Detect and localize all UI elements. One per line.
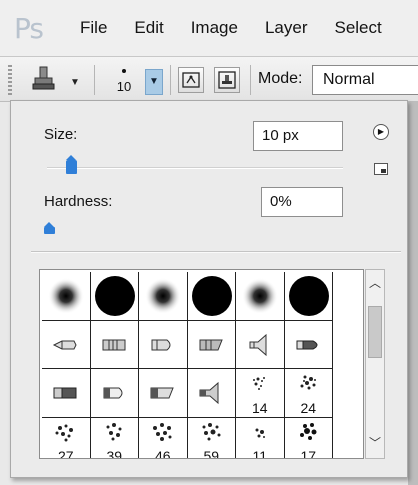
scrollbar-thumb[interactable] (368, 306, 382, 358)
new-preset-icon[interactable] (374, 163, 388, 175)
options-bar-grip[interactable] (8, 65, 12, 95)
brush-preset-tip[interactable] (139, 369, 188, 418)
brush-preset-soft-round[interactable] (42, 272, 91, 321)
separator (250, 65, 251, 95)
brush-preset-hard-round[interactable] (284, 272, 333, 321)
brush-preset-tip[interactable] (284, 320, 333, 369)
brush-preset-tip[interactable] (42, 369, 91, 418)
size-field[interactable]: 10 px (253, 121, 343, 151)
hardness-field[interactable]: 0% (261, 187, 343, 217)
scroll-up-icon[interactable]: ︿ (366, 274, 384, 294)
brush-preset-size: 46 (154, 448, 171, 459)
brush-preset-tip[interactable] (187, 369, 236, 418)
brush-preview[interactable]: 10 (108, 63, 140, 99)
brush-tip-icon (122, 69, 126, 73)
brush-preset-size: 59 (203, 448, 220, 459)
brush-preset-tip[interactable] (139, 320, 188, 369)
brush-panel-icon (182, 72, 200, 88)
size-slider-thumb[interactable] (66, 155, 78, 174)
brush-preset-soft-round[interactable] (236, 272, 285, 321)
brush-size-number: 10 (116, 79, 132, 94)
brush-presets-grid: 14 24 27 39 46 59 11 17 (39, 269, 364, 459)
separator (170, 65, 171, 95)
brush-preset-size: 17 (300, 448, 317, 459)
brush-preset-size: 27 (57, 448, 74, 459)
brush-preset-size: 24 (300, 399, 317, 416)
panel-menu-icon[interactable]: ▶ (373, 124, 389, 140)
menu-layer[interactable]: Layer (265, 18, 308, 38)
brush-preset-scatter[interactable]: 17 (284, 417, 333, 459)
menu-edit[interactable]: Edit (134, 18, 163, 38)
options-bar: ▼ 10 ▼ Mode: Normal (0, 56, 418, 102)
brush-preset-hard-round[interactable] (90, 272, 139, 321)
brush-preset-soft-round[interactable] (139, 272, 188, 321)
tool-preset-caret-icon[interactable]: ▼ (70, 77, 80, 88)
menu-image[interactable]: Image (191, 18, 238, 38)
brush-preset-size: 14 (251, 399, 268, 416)
brush-preset-scatter[interactable]: 14 (236, 369, 285, 418)
photoshop-logo: Ps (14, 11, 44, 45)
clone-source-icon (218, 71, 236, 89)
size-label: Size: (44, 126, 78, 143)
brush-preset-picker: Size: 10 px ▶ Hardness: 0% 14 24 27 39 4… (10, 100, 408, 478)
menu-bar: Ps File Edit Image Layer Select (0, 0, 418, 56)
toggle-brush-panel-button[interactable] (178, 67, 204, 93)
brush-preset-tip[interactable] (236, 320, 285, 369)
brush-grid-scrollbar[interactable]: ︿ ﹀ (365, 269, 385, 459)
brush-preset-scatter[interactable]: 24 (284, 369, 333, 418)
separator (94, 65, 95, 95)
brush-preset-scatter[interactable]: 11 (236, 417, 285, 459)
brush-preset-scatter[interactable]: 46 (139, 417, 188, 459)
menu-select[interactable]: Select (334, 18, 381, 38)
divider (31, 251, 401, 253)
mode-label: Mode: (258, 70, 303, 87)
canvas-edge (408, 102, 418, 485)
mode-select[interactable]: Normal (312, 65, 418, 95)
clone-stamp-tool-icon[interactable] (26, 63, 62, 97)
brush-preset-scatter[interactable]: 39 (90, 417, 139, 459)
brush-preset-size: 11 (252, 448, 268, 459)
size-slider[interactable] (47, 167, 343, 169)
menu-file[interactable]: File (80, 18, 107, 38)
scroll-down-icon[interactable]: ﹀ (366, 434, 384, 454)
brush-preset-hard-round[interactable] (187, 272, 236, 321)
brush-preset-tip[interactable] (90, 369, 139, 418)
toggle-clone-source-button[interactable] (214, 67, 240, 93)
brush-preset-tip[interactable] (42, 320, 91, 369)
brush-preset-tip[interactable] (187, 320, 236, 369)
brush-picker-dropdown-button[interactable]: ▼ (145, 69, 163, 95)
hardness-slider-thumb[interactable] (44, 222, 55, 234)
brush-preset-scatter[interactable]: 27 (42, 417, 91, 459)
brush-preset-tip[interactable] (90, 320, 139, 369)
brush-preset-size: 39 (106, 448, 123, 459)
brush-preset-scatter[interactable]: 59 (187, 417, 236, 459)
hardness-label: Hardness: (44, 193, 113, 210)
